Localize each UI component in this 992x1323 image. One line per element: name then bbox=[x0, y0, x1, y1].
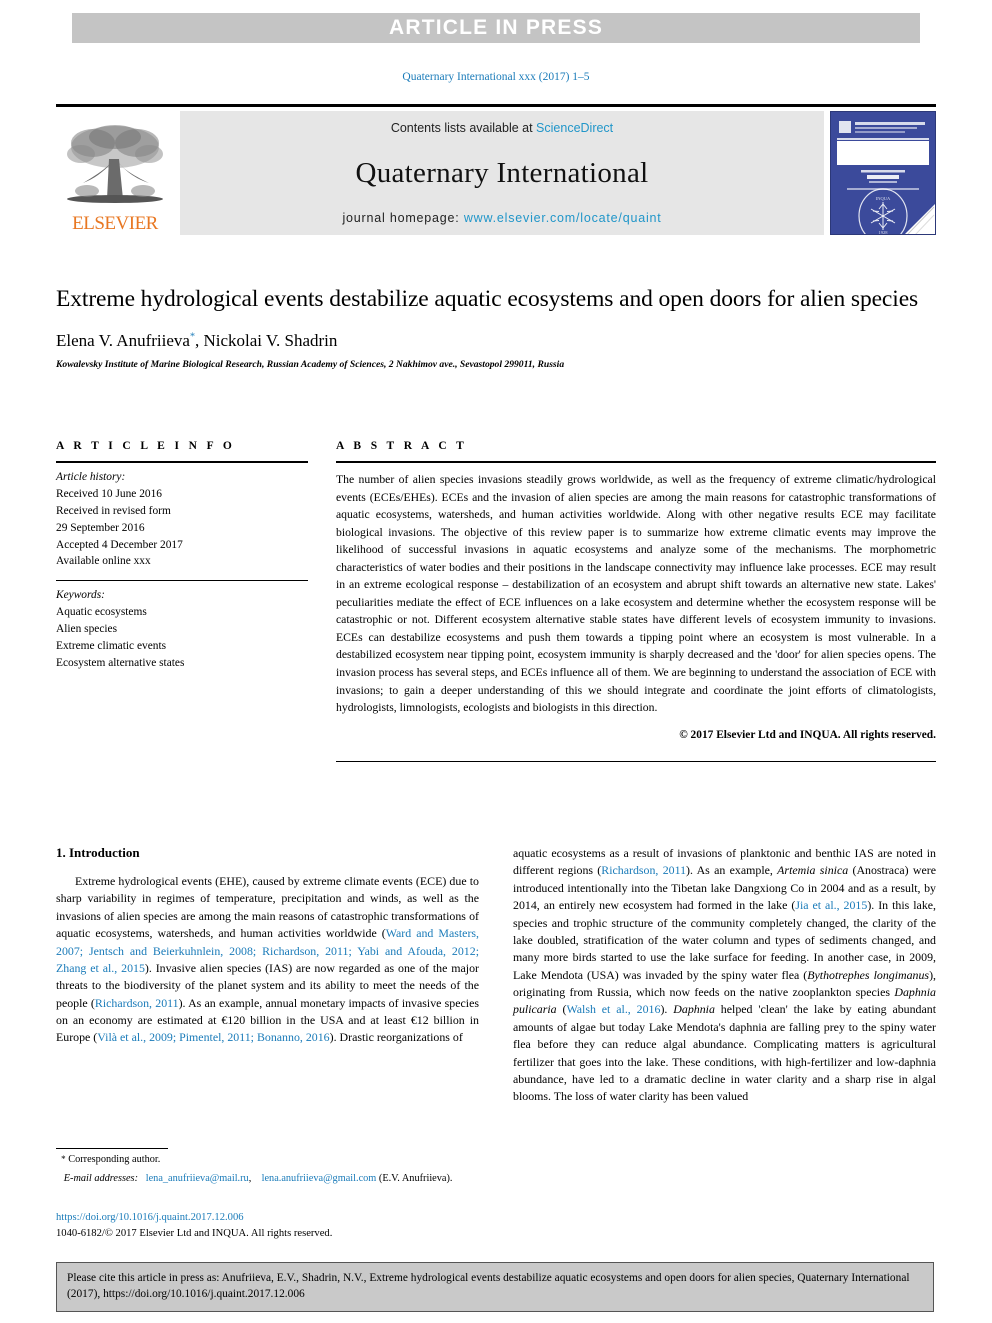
article-history-item: Received in revised form bbox=[56, 504, 171, 517]
email-separator: , bbox=[248, 1172, 254, 1184]
keyword-item: Ecosystem alternative states bbox=[56, 656, 185, 669]
keywords-label: Keywords: bbox=[56, 589, 105, 602]
article-history-item: Available online xxx bbox=[56, 555, 151, 568]
body-columns: 1. Introduction Extreme hydrological eve… bbox=[56, 845, 936, 1106]
article-history-item: 29 September 2016 bbox=[56, 521, 145, 534]
section-title: Introduction bbox=[69, 845, 140, 860]
keyword-item: Extreme climatic events bbox=[56, 639, 167, 652]
section-heading-introduction: 1. Introduction bbox=[56, 845, 479, 861]
abstract-column: A B S T R A C T The number of alien spec… bbox=[336, 440, 936, 762]
keyword-item: Aquatic ecosystems bbox=[56, 606, 147, 619]
body-text-run: ). Drastic reorganizations of bbox=[329, 1030, 463, 1045]
footnote-star-icon: * bbox=[61, 1154, 66, 1164]
email-link-1[interactable]: lena_anufriieva@mail.ru bbox=[146, 1173, 249, 1184]
journal-homepage-link[interactable]: www.elsevier.com/locate/quaint bbox=[464, 211, 662, 225]
article-history-item: Accepted 4 December 2017 bbox=[56, 538, 183, 551]
citation-link[interactable]: Richardson, 2011 bbox=[601, 863, 686, 877]
homepage-prefix: journal homepage: bbox=[342, 211, 464, 225]
article-in-press-banner: ARTICLE IN PRESS bbox=[72, 13, 920, 43]
info-abstract-region: A R T I C L E I N F O Article history: R… bbox=[56, 440, 936, 762]
intro-paragraph-right: aquatic ecosystems as a result of invasi… bbox=[513, 845, 936, 1106]
abstract-heading: A B S T R A C T bbox=[336, 440, 468, 452]
doi-block: https://doi.org/10.1016/j.quaint.2017.12… bbox=[56, 1210, 479, 1242]
issn-copyright-line: 1040-6182/© 2017 Elsevier Ltd and INQUA.… bbox=[56, 1227, 333, 1239]
elsevier-wordmark: ELSEVIER bbox=[72, 213, 158, 234]
article-history-block: Article history: Received 10 June 2016 R… bbox=[56, 463, 308, 570]
article-info-column: A R T I C L E I N F O Article history: R… bbox=[56, 440, 308, 762]
journal-masthead: ELSEVIER Contents lists available at Sci… bbox=[56, 104, 936, 235]
contents-list-line: Contents lists available at ScienceDirec… bbox=[391, 121, 613, 135]
cite-this-article-text: Please cite this article in press as: An… bbox=[67, 1272, 910, 1301]
body-column-right: aquatic ecosystems as a result of invasi… bbox=[513, 845, 936, 1106]
email-owner: (E.V. Anufriieva). bbox=[378, 1172, 453, 1184]
contents-prefix: Contents lists available at bbox=[390, 121, 537, 135]
keywords-block: Keywords: Aquatic ecosystems Alien speci… bbox=[56, 581, 308, 671]
species-name: Bythotrephes longimanus bbox=[807, 967, 930, 982]
abstract-text: The number of alien species invasions st… bbox=[336, 473, 936, 715]
section-number: 1. bbox=[56, 845, 66, 860]
article-history-label: Article history: bbox=[56, 471, 126, 483]
email-addresses-label: E-mail addresses: bbox=[63, 1172, 138, 1184]
body-text-run: ( bbox=[556, 1002, 567, 1017]
footnote-corresponding-author: * Corresponding author. bbox=[56, 1153, 479, 1168]
svg-text:INQUA: INQUA bbox=[876, 196, 891, 201]
journal-title: Quaternary International bbox=[355, 156, 649, 189]
citation-link[interactable]: Vilà et al., 2009; Pimentel, 2011; Bonan… bbox=[97, 1030, 329, 1044]
citation-link[interactable]: Jia et al., 2015 bbox=[795, 898, 867, 912]
title-block: Extreme hydrological events destabilize … bbox=[56, 284, 936, 370]
journal-cover-image: INQUA 1928 bbox=[831, 112, 935, 235]
elsevier-logo: ELSEVIER bbox=[56, 111, 174, 235]
intro-paragraph-left: Extreme hydrological events (EHE), cause… bbox=[56, 873, 479, 1047]
body-text-run: ). As an example, bbox=[686, 863, 778, 878]
sciencedirect-link[interactable]: ScienceDirect bbox=[536, 121, 613, 135]
journal-cover-thumbnail: INQUA 1928 bbox=[830, 111, 936, 235]
svg-text:1928: 1928 bbox=[879, 230, 889, 235]
page-title: Extreme hydrological events destabilize … bbox=[56, 286, 919, 312]
article-in-press-label: ARTICLE IN PRESS bbox=[388, 16, 604, 39]
running-head: Quaternary International xxx (2017) 1–5 bbox=[0, 71, 992, 83]
cite-this-article-box: Please cite this article in press as: An… bbox=[56, 1262, 934, 1312]
body-column-left: 1. Introduction Extreme hydrological eve… bbox=[56, 845, 479, 1106]
citation-link[interactable]: Walsh et al., 2016 bbox=[566, 1002, 660, 1016]
species-name: Artemia sinica bbox=[777, 863, 849, 878]
footnote-corresponding-label: Corresponding author. bbox=[68, 1154, 161, 1165]
email-link-2[interactable]: lena.anufriieva@gmail.com bbox=[262, 1173, 377, 1184]
body-text-run: helped 'clean' the lake by eating abunda… bbox=[513, 1002, 937, 1104]
abstract-copyright: © 2017 Elsevier Ltd and INQUA. All right… bbox=[679, 728, 936, 741]
journal-homepage-line: journal homepage: www.elsevier.com/locat… bbox=[342, 211, 661, 225]
article-info-heading: A R T I C L E I N F O bbox=[56, 440, 236, 452]
keyword-item: Alien species bbox=[56, 623, 118, 635]
doi-link[interactable]: https://doi.org/10.1016/j.quaint.2017.12… bbox=[56, 1210, 479, 1226]
running-head-text: Quaternary International xxx (2017) 1–5 bbox=[402, 71, 590, 83]
footnote-area: * Corresponding author. E-mail addresses… bbox=[56, 1148, 479, 1186]
masthead-center-panel: Contents lists available at ScienceDirec… bbox=[180, 111, 824, 235]
author-secondary: , Nickolai V. Shadrin bbox=[194, 331, 338, 351]
article-history-item: Received 10 June 2016 bbox=[56, 487, 162, 500]
elsevier-tree-icon bbox=[67, 125, 163, 203]
footnote-rule bbox=[56, 1148, 168, 1149]
author-list: Elena V. Anufriieva*, Nickolai V. Shadri… bbox=[56, 331, 936, 351]
species-name: Daphnia bbox=[673, 1002, 715, 1017]
affiliation: Kowalevsky Institute of Marine Biologica… bbox=[56, 359, 565, 371]
body-text-run: ). bbox=[660, 1002, 674, 1017]
abstract-bottom-rule bbox=[336, 760, 936, 762]
citation-link[interactable]: Richardson, 2011 bbox=[95, 996, 179, 1010]
footnote-emails: E-mail addresses: lena_anufriieva@mail.r… bbox=[56, 1172, 479, 1187]
author-primary: Elena V. Anufriieva bbox=[56, 331, 190, 351]
